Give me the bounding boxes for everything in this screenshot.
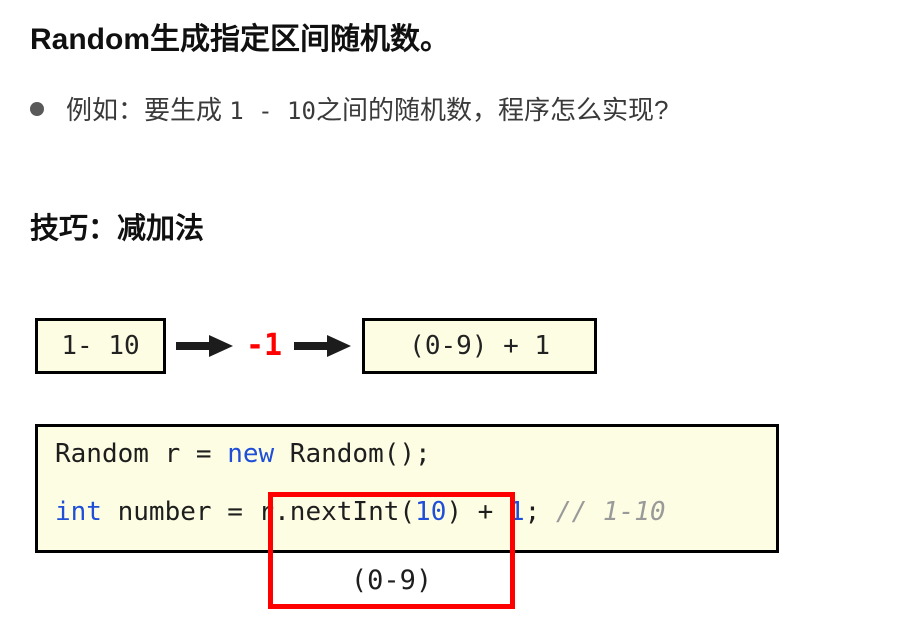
- code-line-2-part2: ) +: [446, 497, 509, 527]
- bullet-text-after: 之间的随机数，程序怎么实现?: [315, 95, 669, 125]
- code-line-1-part1: Random r =: [55, 439, 228, 469]
- bullet-text-before: 例如：要生成: [66, 95, 230, 125]
- flow-diagram: 1- 10 -1 (0-9) + 1: [35, 318, 598, 374]
- right-arrow-icon: [176, 333, 234, 359]
- section-heading: 技巧：减加法: [30, 213, 205, 245]
- code-line-1-part2: Random();: [274, 439, 431, 469]
- range-annotation: (0-9): [350, 565, 433, 596]
- flow-box-input-range: 1- 10: [35, 318, 166, 374]
- flow-operator-minus-one: -1: [246, 328, 283, 363]
- code-comment: // 1-10: [555, 497, 666, 527]
- bullet-item-label: 例如：要生成 1 - 10之间的随机数，程序怎么实现?: [66, 90, 668, 127]
- bullet-dot-icon: [30, 101, 44, 116]
- code-line-2: int number = r.nextInt(10) + 1; // 1-10: [55, 499, 776, 527]
- code-block: Random r = new Random(); int number = r.…: [35, 424, 779, 553]
- bullet-item: 例如：要生成 1 - 10之间的随机数，程序怎么实现?: [30, 90, 668, 127]
- code-number-offset: 1: [508, 497, 525, 527]
- code-keyword-new: new: [227, 439, 275, 469]
- bullet-range-value: 1 - 10: [229, 97, 316, 125]
- code-keyword-int: int: [55, 497, 102, 527]
- code-line-2-part1: number = r.nextInt(: [101, 497, 416, 527]
- code-line-2-part3: ;: [524, 497, 556, 527]
- code-line-1: Random r = new Random();: [55, 441, 776, 469]
- flow-box-output-expression: (0-9) + 1: [362, 318, 598, 374]
- code-number-bound: 10: [415, 497, 447, 527]
- right-arrow-icon-2: [294, 333, 352, 359]
- page-title: Random生成指定区间随机数。: [30, 23, 450, 56]
